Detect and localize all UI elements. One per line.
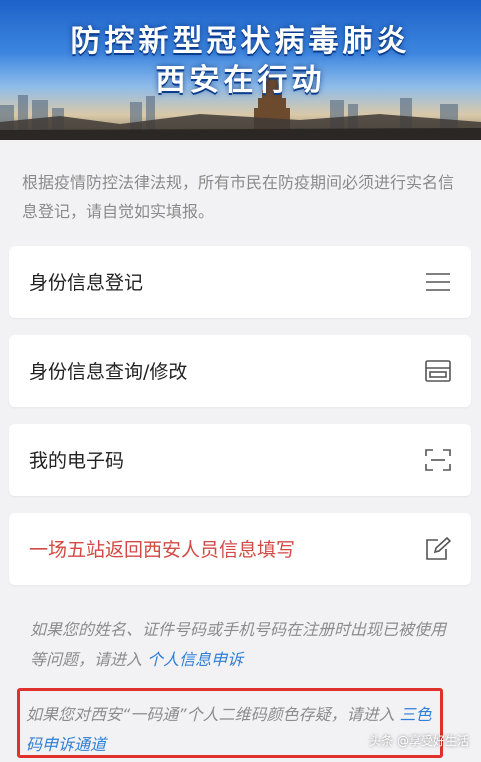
personal-info-appeal-link[interactable]: 个人信息申诉 (147, 650, 243, 669)
scan-frame-icon (425, 449, 451, 471)
personal-info-appeal-text: 如果您的姓名、证件号码或手机号码在注册时出现已被使用等问题，请进入 个人信息申诉 (30, 615, 450, 675)
notice-text: 根据疫情防控法律法规，所有市民在防疫期间必须进行实名信息登记，请自觉如实填报。 (22, 173, 455, 221)
menu-item-label: 我的电子码 (29, 450, 125, 472)
banner-title-line1: 防控新型冠状病毒肺炎 (70, 24, 411, 59)
menu-item-label: 一场五站返回西安人员信息填写 (29, 539, 296, 561)
return-xian-info-form-button[interactable]: 一场五站返回西安人员信息填写 (9, 513, 471, 585)
watermark: 头条 @享受好生活 (369, 734, 469, 748)
banner-title-line2: 西安在行动 (155, 63, 326, 98)
menu-item-label: 身份信息查询/修改 (29, 361, 188, 383)
identity-registration-button[interactable]: 身份信息登记 (9, 246, 471, 318)
my-electronic-code-button[interactable]: 我的电子码 (9, 424, 471, 496)
edit-icon (426, 537, 451, 560)
menu-lines-icon (426, 273, 450, 291)
info-text: 如果您对西安“一码通”个人二维码颜色存疑，请进入 (26, 705, 400, 724)
id-card-icon (425, 360, 451, 382)
menu-item-label: 身份信息登记 (29, 272, 144, 294)
header-banner: 防控新型冠状病毒肺炎 西安在行动 (0, 0, 481, 140)
color-code-appeal-text: 如果您对西安“一码通”个人二维码颜色存疑，请进入 三色码申诉通道 (26, 700, 436, 760)
identity-query-modify-button[interactable]: 身份信息查询/修改 (9, 335, 471, 407)
